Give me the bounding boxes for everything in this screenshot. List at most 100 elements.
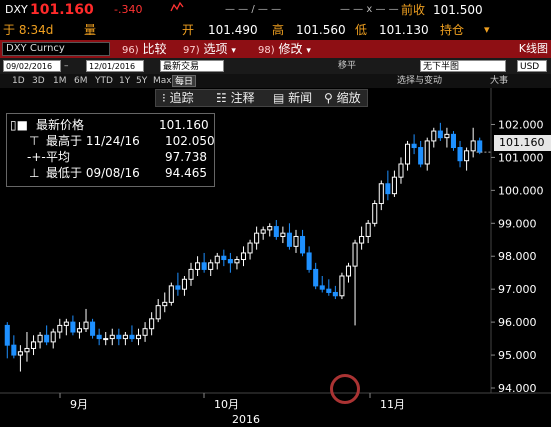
candle-body <box>286 232 292 247</box>
range-6m[interactable]: 6M <box>72 75 90 87</box>
zoom-button[interactable]: ⚲ 缩放 <box>324 90 361 106</box>
candle-body <box>96 334 102 340</box>
candle-body <box>372 203 378 224</box>
last-price-tag: 101.160 <box>494 135 551 151</box>
candle-body <box>332 291 338 297</box>
y-tick-label: 100.000 <box>498 184 544 197</box>
candle-body <box>411 143 417 149</box>
high-label: 高 <box>272 23 285 37</box>
candle-body <box>155 305 161 320</box>
zoom-label: 缩放 <box>336 91 361 105</box>
candle-body <box>470 140 476 152</box>
candle-body <box>37 334 43 343</box>
candle-body <box>313 268 319 287</box>
range-1y[interactable]: 1Y <box>117 75 132 87</box>
chart-type-label[interactable]: K线图 <box>519 40 548 58</box>
legend-last-icon: ▯■ <box>10 118 28 132</box>
last-price: 101.160 <box>30 2 94 18</box>
candle-body <box>214 255 220 264</box>
candle-body <box>17 351 23 356</box>
edit-menu[interactable]: 98) 修改 ▾ <box>258 40 311 58</box>
range-5y[interactable]: 5Y <box>134 75 149 87</box>
track-label: 追踪 <box>169 91 194 105</box>
candle-body <box>188 268 194 280</box>
chart-toolbar: ⁝ 追踪 ☷ 注释 ▤ 新闻 ⚲ 缩放 <box>155 89 368 107</box>
candle-body <box>240 252 247 261</box>
y-tick-label: 96.000 <box>498 316 537 329</box>
legend-high-value: 102.050 <box>165 134 215 148</box>
candle-body <box>109 334 115 340</box>
date-range-row: 09/02/2016 – 12/01/2016 最新交易 移平 无下半图 USD <box>0 58 551 74</box>
range-ytd[interactable]: YTD <box>93 75 115 87</box>
command-menubar: DXY Curncy 96) 比较 97) 选项 ▾ 98) 修改 ▾ K线图 <box>0 40 551 58</box>
legend-last-value: 101.160 <box>159 118 209 132</box>
candle-body <box>44 334 50 343</box>
candle-body <box>345 265 352 277</box>
options-label: 选项 <box>203 42 228 56</box>
size-label[interactable]: 大事 <box>490 74 508 88</box>
position-label[interactable]: 选择与变动 <box>397 74 442 88</box>
y-tick-label: 95.000 <box>498 349 537 362</box>
range-3d[interactable]: 3D <box>30 75 47 87</box>
candle-body <box>352 242 358 267</box>
expand-icon[interactable]: ▾ <box>484 20 490 40</box>
edit-label: 修改 <box>278 42 303 56</box>
legend-avg-icon: -+- <box>27 150 46 164</box>
high-value: 101.560 <box>296 23 346 37</box>
candle-body <box>464 150 470 162</box>
candle-body <box>135 334 142 340</box>
end-date-input[interactable]: 12/01/2016 <box>86 60 144 72</box>
lower-chart-select[interactable]: 无下半图 <box>420 60 506 72</box>
quote-row-2: 于 8:34d 量 开 101.490 高 101.560 低 101.130 … <box>0 20 551 40</box>
candle-body <box>267 226 273 231</box>
candle-body <box>365 222 371 237</box>
candle-body <box>83 321 89 330</box>
x-tick-label: 10月 <box>214 398 239 411</box>
options-dropdown-icon: ▾ <box>231 46 236 56</box>
track-icon: ⁝ <box>162 91 166 105</box>
range-max[interactable]: Max <box>151 75 174 87</box>
annotate-label: 注释 <box>230 91 255 105</box>
range-1m[interactable]: 1M <box>51 75 69 87</box>
compare-menu[interactable]: 96) 比较 <box>122 40 166 58</box>
compare-label: 比较 <box>142 42 167 56</box>
start-date-input[interactable]: 09/02/2016 <box>3 60 61 72</box>
edit-dropdown-icon: ▾ <box>306 46 311 56</box>
type-label[interactable]: 移平 <box>338 58 356 74</box>
candle-body <box>103 338 109 341</box>
candle-body <box>260 229 266 234</box>
candle-body <box>11 344 17 356</box>
prev-close-value: 101.500 <box>433 3 483 17</box>
open-interest-label: 持仓 <box>440 23 465 37</box>
legend-avg-value: 97.738 <box>165 150 207 164</box>
options-menu[interactable]: 97) 选项 ▾ <box>183 40 236 58</box>
y-tick-label: 101.000 <box>498 151 544 164</box>
candle-body <box>57 324 63 333</box>
range-buttons-row: 1D 3D 1M 6M YTD 1Y 5Y Max 每日 选择与变动 大事 <box>0 74 551 88</box>
legend-low-icon: ⊥ <box>29 166 40 180</box>
track-button[interactable]: ⁝ 追踪 <box>162 90 194 106</box>
candle-body <box>50 331 56 343</box>
candle-body <box>391 176 397 195</box>
candle-body <box>378 183 384 205</box>
edit-number: 98) <box>258 45 275 56</box>
candle-body <box>306 252 312 270</box>
candle-body <box>326 288 332 293</box>
period-select[interactable]: 最新交易 <box>160 60 224 72</box>
candle-body <box>122 334 128 340</box>
candle-body <box>300 235 306 254</box>
currency-select[interactable]: USD <box>517 60 547 72</box>
annotate-button[interactable]: ☷ 注释 <box>216 90 255 106</box>
bid-ask-placeholder: — — / — — <box>225 4 282 15</box>
candle-body <box>254 232 260 244</box>
candle-body <box>4 324 10 346</box>
candle-body <box>195 262 201 270</box>
zoom-icon: ⚲ <box>324 91 333 105</box>
range-1d[interactable]: 1D <box>10 75 27 87</box>
quote-row-1: DXY 101.160 -.340 — — / — — — — x — — 前收… <box>0 0 551 20</box>
news-button[interactable]: ▤ 新闻 <box>273 90 312 106</box>
news-icon: ▤ <box>273 91 285 105</box>
chart-legend: ▯■ 最新价格 101.160 ⊤ 最高于 11/24/16 102.050 -… <box>6 113 215 187</box>
security-field[interactable]: DXY Curncy <box>2 42 110 56</box>
frequency-daily[interactable]: 每日 <box>172 75 197 87</box>
